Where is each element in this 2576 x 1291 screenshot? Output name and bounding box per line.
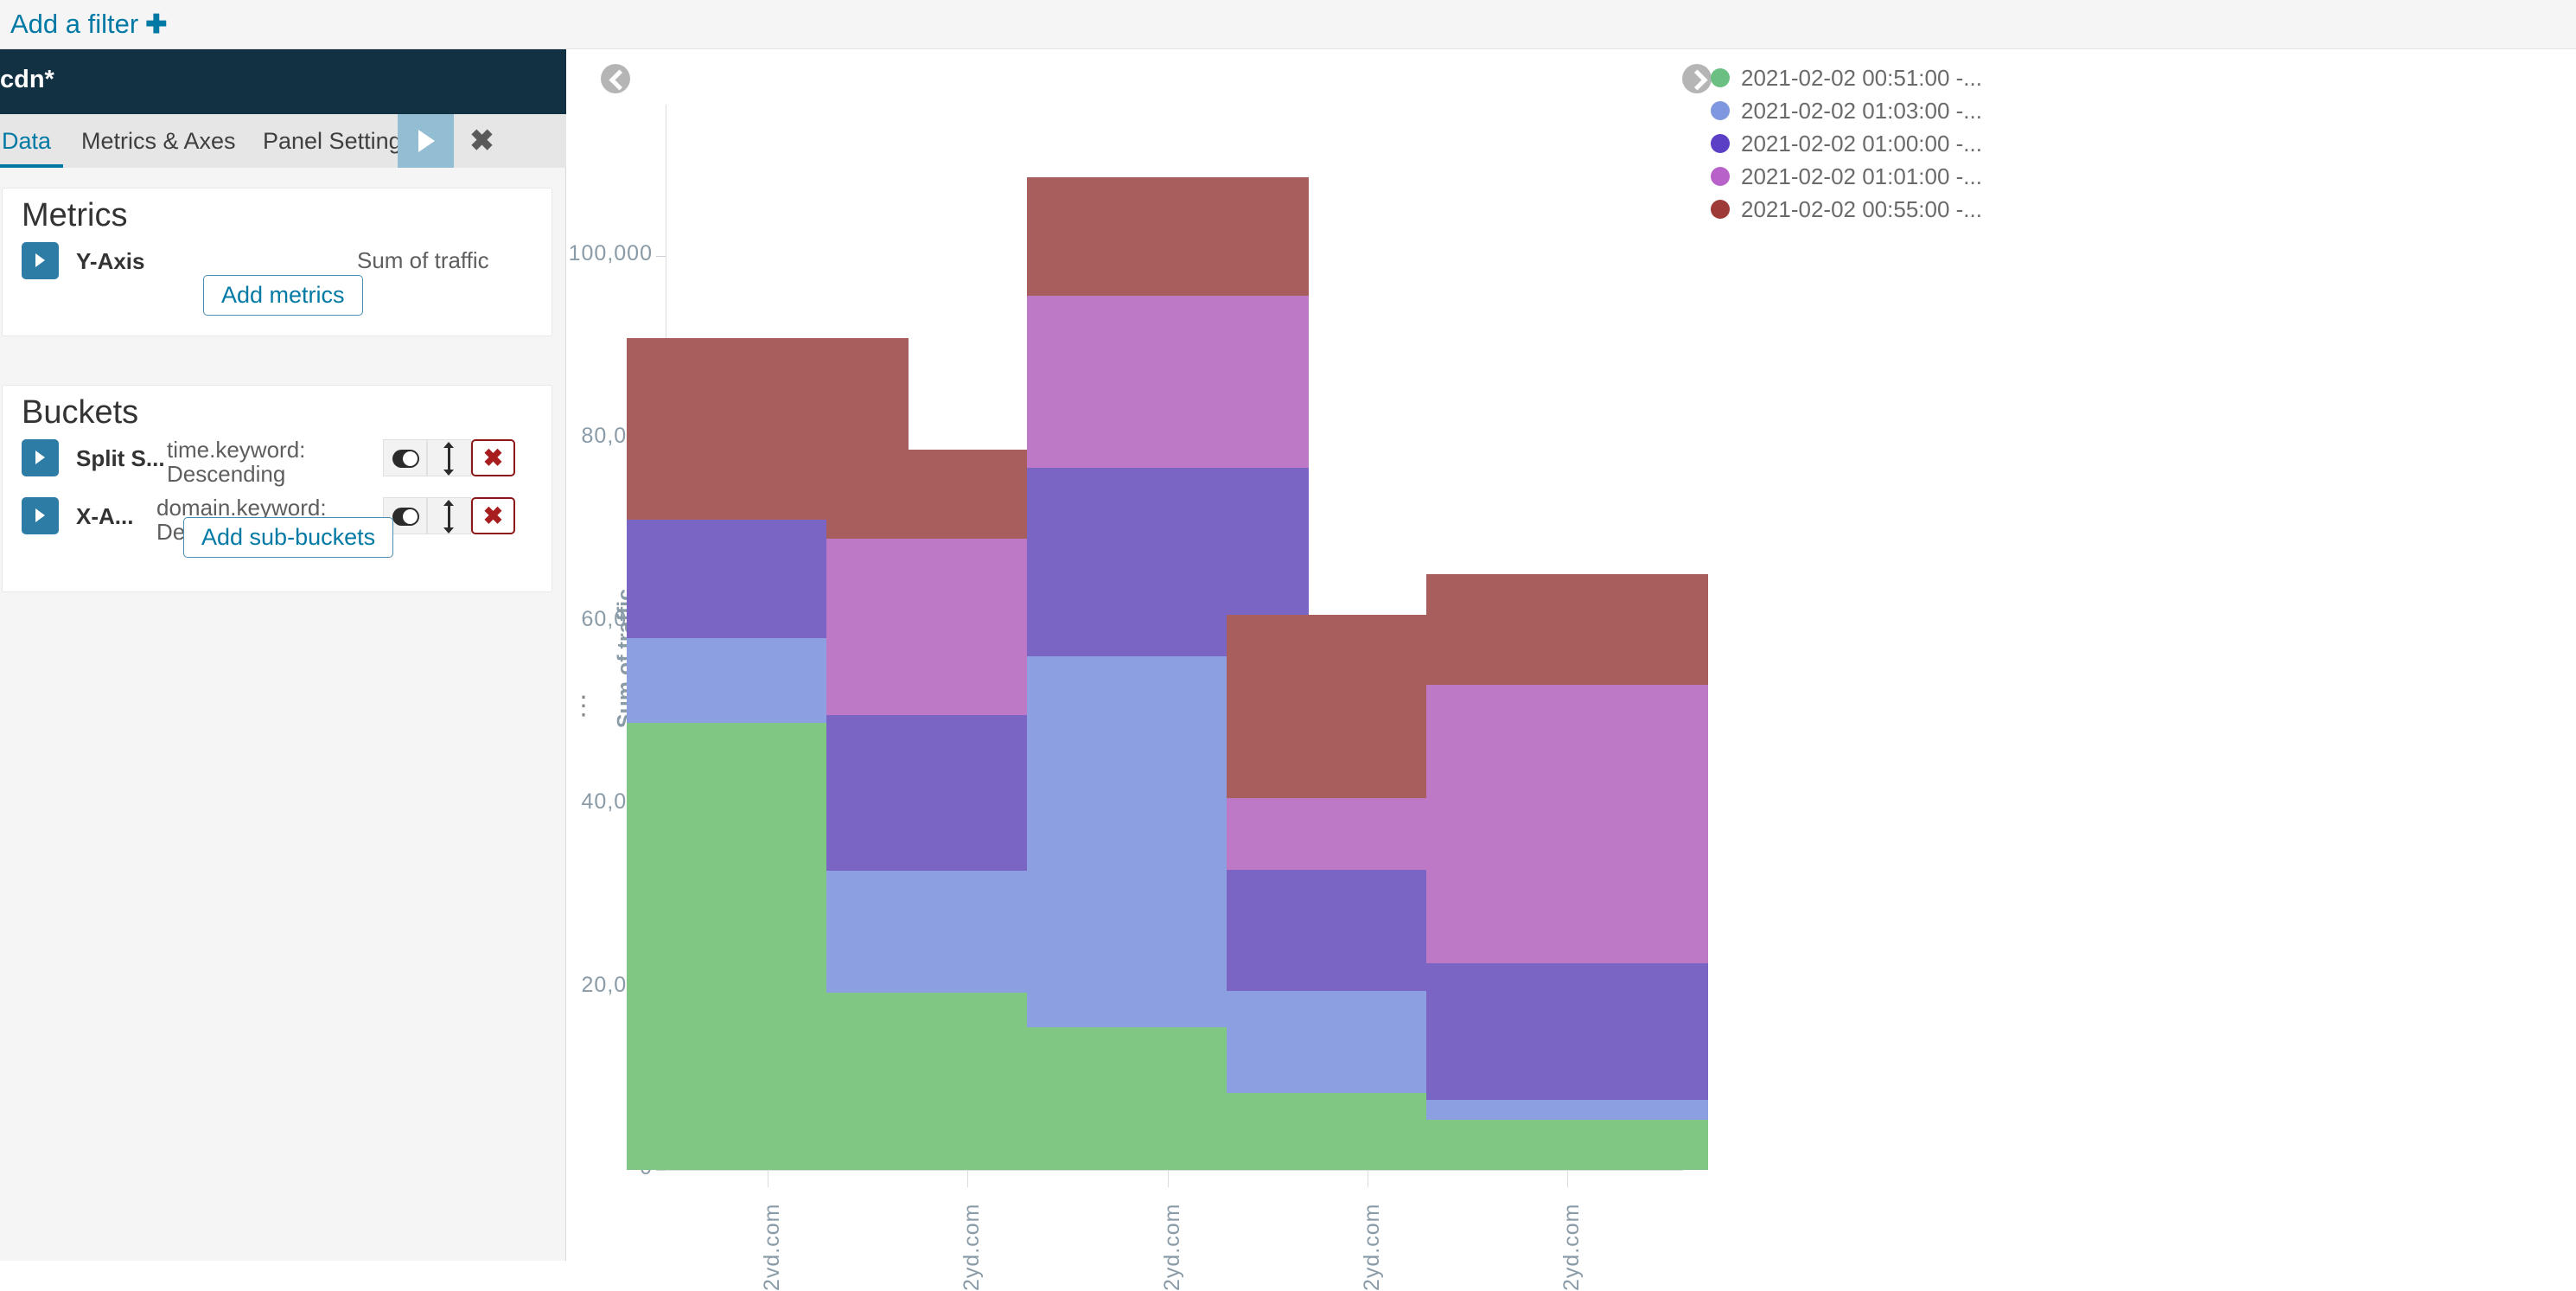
- x-axis-line: [666, 1170, 1683, 1171]
- x-axis-tick-mark: [1567, 1170, 1569, 1187]
- apply-changes-button[interactable]: [398, 114, 454, 168]
- editor-tabs: Data Metrics & Axes Panel Settings ✖: [0, 114, 566, 168]
- close-icon: ✖: [469, 125, 494, 157]
- up-down-arrow-icon: [443, 442, 454, 476]
- expand-metric-button[interactable]: [22, 242, 59, 279]
- chevron-right-icon[interactable]: [1682, 64, 1712, 93]
- metrics-title: Metrics: [22, 197, 128, 233]
- x-icon: ✖: [482, 502, 504, 529]
- metrics-card: Metrics Y-Axis Sum of traffic Add metric…: [2, 188, 552, 336]
- y-axis-tick-mark: [656, 1170, 666, 1171]
- chevron-left-icon[interactable]: [601, 64, 630, 93]
- bar-segment[interactable]: [1426, 963, 1709, 1100]
- bucket-row-description: time.keyword: Descending: [167, 437, 306, 488]
- x-icon: ✖: [482, 444, 504, 471]
- legend-label: 2021-02-02 00:51:00 -...: [1741, 64, 1982, 91]
- index-pattern-name: cdn*: [0, 66, 54, 93]
- legend-label: 2021-02-02 01:00:00 -...: [1741, 130, 1982, 157]
- metric-row-label: Y-Axis: [76, 248, 145, 274]
- legend-item[interactable]: 2021-02-02 00:51:00 -...: [1711, 61, 1982, 94]
- y-axis-tick-label: 100,000: [568, 240, 653, 265]
- x-axis-tick-label: 2yd.com: [1559, 1203, 1584, 1291]
- remove-bucket-button[interactable]: ✖: [471, 439, 515, 476]
- legend-item[interactable]: 2021-02-02 01:00:00 -...: [1711, 127, 1982, 160]
- bucket-row-actions: ✖: [383, 497, 515, 534]
- bucket-row-label: Split S...: [76, 445, 165, 471]
- legend-color-dot: [1711, 101, 1730, 120]
- legend-color-dot: [1711, 68, 1730, 87]
- metric-row-description: Sum of traffic: [357, 247, 489, 273]
- legend-color-dot: [1711, 134, 1730, 153]
- index-pattern-header: cdn*: [0, 49, 566, 114]
- buckets-card: Buckets Split S... time.keyword: Descend…: [2, 385, 552, 592]
- bar-segment[interactable]: [1426, 1119, 1709, 1170]
- bucket-row-actions: ✖: [383, 439, 515, 476]
- chevron-right-icon: [35, 451, 45, 464]
- filter-bar: Add a filter ✚: [0, 0, 2576, 49]
- legend-label: 2021-02-02 00:55:00 -...: [1741, 195, 1982, 222]
- chevron-right-icon: [35, 508, 45, 522]
- x-axis-tick-mark: [967, 1170, 969, 1187]
- add-sub-buckets-button[interactable]: Add sub-buckets: [183, 517, 394, 558]
- legend-item[interactable]: 2021-02-02 01:03:00 -...: [1711, 94, 1982, 127]
- panel-resizer[interactable]: ⋮: [571, 693, 596, 737]
- visualization-editor-panel: cdn* Data Metrics & Axes Panel Settings …: [0, 49, 566, 1261]
- add-filter-label: Add a filter: [10, 9, 139, 39]
- x-axis-tick-mark: [1167, 1170, 1169, 1187]
- discard-changes-button[interactable]: ✖: [454, 114, 510, 168]
- add-metrics-button[interactable]: Add metrics: [203, 275, 363, 316]
- x-axis-tick-label: 2yd.com: [960, 1203, 985, 1291]
- bar-segment[interactable]: [1026, 296, 1309, 468]
- toggle-bucket-button[interactable]: [383, 439, 427, 476]
- tab-data[interactable]: Data: [0, 114, 64, 168]
- up-down-arrow-icon: [443, 500, 454, 534]
- bar-segment[interactable]: [1426, 1099, 1709, 1120]
- x-axis-tick-label: 2yd.com: [1159, 1203, 1184, 1291]
- legend-item[interactable]: 2021-02-02 01:01:00 -...: [1711, 160, 1982, 193]
- add-filter-button[interactable]: Add a filter ✚: [10, 9, 167, 40]
- expand-bucket-button[interactable]: [22, 439, 59, 476]
- y-axis-tick-mark: [656, 255, 666, 257]
- toggle-icon: [392, 508, 419, 526]
- buckets-title: Buckets: [22, 394, 139, 431]
- legend-item[interactable]: 2021-02-02 00:55:00 -...: [1711, 193, 1982, 226]
- legend-label: 2021-02-02 01:03:00 -...: [1741, 97, 1982, 124]
- chart-area: Sum of traffic 020,00040,00060,00080,000…: [569, 49, 2576, 1291]
- expand-bucket-button[interactable]: [22, 497, 59, 534]
- chart-legend: 2021-02-02 00:51:00 -... 2021-02-02 01:03…: [1711, 61, 1982, 226]
- tab-metrics-axes[interactable]: Metrics & Axes: [69, 114, 248, 168]
- legend-color-dot: [1711, 200, 1730, 219]
- bar-segment[interactable]: [1426, 573, 1709, 685]
- move-bucket-button[interactable]: [427, 439, 471, 476]
- move-bucket-button[interactable]: [427, 497, 471, 534]
- plus-icon: ✚: [145, 10, 168, 39]
- bucket-row-split-series: Split S... time.keyword: Descending ✖: [3, 437, 553, 488]
- legend-color-dot: [1711, 167, 1730, 186]
- play-icon: [418, 130, 435, 152]
- bar-segment[interactable]: [1426, 684, 1709, 964]
- remove-bucket-button[interactable]: ✖: [471, 497, 515, 534]
- bucket-row-label: X-A...: [76, 503, 134, 529]
- x-axis-tick-label: 2vd.com: [759, 1203, 784, 1291]
- chevron-right-icon: [35, 253, 45, 267]
- legend-label: 2021-02-02 01:01:00 -...: [1741, 163, 1982, 189]
- toggle-icon: [392, 450, 419, 468]
- x-axis-tick-label: 2yd.com: [1359, 1203, 1384, 1291]
- bar-segment[interactable]: [1026, 176, 1309, 297]
